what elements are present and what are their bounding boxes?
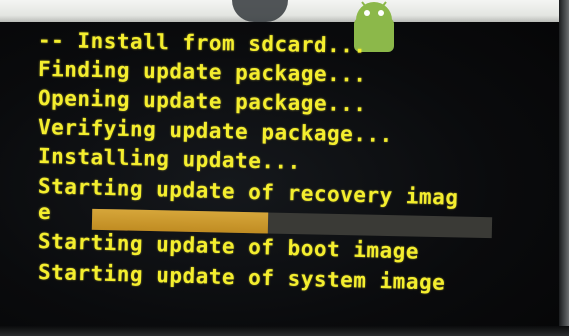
device-bezel-right: [559, 0, 569, 336]
log-line: Finding update package...: [37, 57, 367, 87]
device-screen-photo: -- Install from sdcard... Finding update…: [0, 0, 569, 336]
log-line: Verifying update package...: [37, 115, 394, 148]
log-line: Starting update of boot image: [37, 229, 420, 264]
recovery-log: -- Install from sdcard... Finding update…: [0, 0, 569, 336]
log-line: Starting update of recovery imag: [37, 174, 459, 210]
log-line: Installing update...: [37, 144, 302, 174]
log-line: Starting update of system image: [37, 260, 446, 295]
log-line: e: [38, 200, 52, 224]
log-line: -- Install from sdcard...: [37, 28, 367, 58]
log-line: Opening update package...: [37, 86, 367, 117]
device-bezel-bottom: [0, 326, 569, 336]
